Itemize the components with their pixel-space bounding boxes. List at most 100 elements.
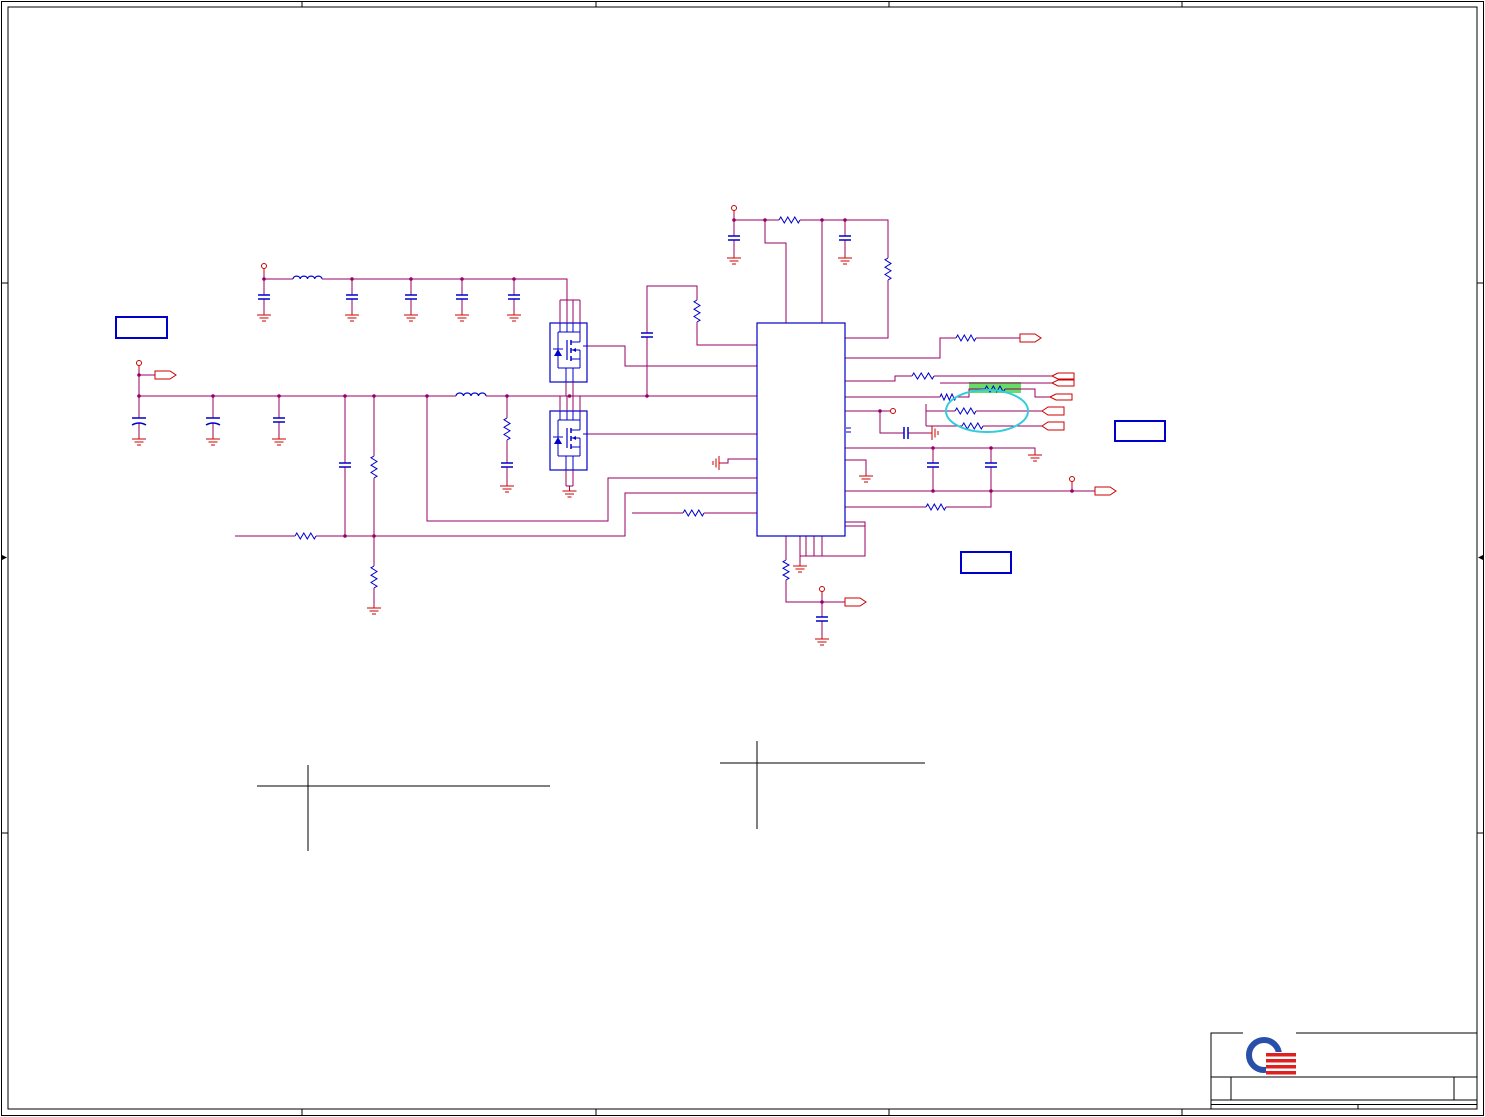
- inductor-icon: [455, 392, 487, 397]
- junction-dot: [137, 373, 141, 377]
- inductor-coil: [292, 275, 323, 280]
- inductor-coil: [455, 392, 487, 397]
- wire: [946, 491, 992, 508]
- wire: [316, 492, 757, 537]
- wire: [263, 273, 293, 280]
- capacitor-icon: [339, 462, 351, 468]
- resistor-body: [954, 407, 977, 416]
- ground-icon: [345, 312, 359, 322]
- capacitor-icon: [927, 462, 939, 468]
- junction-dot: [262, 277, 266, 281]
- net-label-box: [1114, 420, 1166, 442]
- wire: [587, 345, 757, 367]
- resistor-body: [884, 257, 892, 281]
- junction-dot: [350, 277, 354, 281]
- logo-stripe: [1266, 1059, 1296, 1063]
- resistor-body: [370, 455, 378, 479]
- junction-dot: [343, 394, 347, 398]
- resistor-body: [682, 509, 705, 518]
- title-block: [1210, 1029, 1478, 1110]
- junction-dot: [820, 600, 824, 604]
- resistor-body: [925, 502, 947, 512]
- resistor-icon: [781, 559, 791, 581]
- ground-icon: [257, 312, 271, 322]
- capacitor-icon: [405, 294, 417, 300]
- junction-dot: [409, 277, 413, 281]
- resistor-body: [955, 333, 977, 343]
- resistor-icon: [778, 216, 801, 225]
- power-rail-icon: [731, 205, 737, 215]
- capacitor-icon: [985, 462, 997, 468]
- ground-icon: [367, 605, 381, 615]
- resistor-icon: [884, 257, 892, 281]
- capacitor-icon: [346, 294, 358, 300]
- ground-icon: [132, 436, 146, 446]
- ground-icon: [712, 456, 722, 470]
- company-logo-icon: [1243, 1029, 1297, 1076]
- resistor-icon: [503, 417, 511, 441]
- annotations-layer: [115, 316, 1166, 851]
- resistor-icon: [955, 333, 977, 343]
- junction-dot: [989, 489, 993, 493]
- wire: [845, 447, 1036, 452]
- resistor-icon: [693, 299, 701, 323]
- junction-dot: [843, 218, 847, 222]
- junction-dot: [645, 394, 649, 398]
- inductor-icon: [292, 275, 323, 280]
- test-point-icon: [890, 408, 896, 414]
- wire: [733, 215, 779, 221]
- offpage-connector-icon: [1041, 406, 1065, 416]
- resistor-body: [778, 216, 801, 225]
- offpage-connector-icon: [1048, 393, 1073, 401]
- power-ground-layer: [132, 205, 1117, 646]
- wire: [800, 219, 889, 258]
- power-rail-ring: [819, 586, 825, 592]
- capacitor-icon: [816, 616, 828, 622]
- ground-icon: [562, 488, 577, 498]
- ground-icon: [793, 563, 807, 573]
- ground-icon: [455, 312, 469, 322]
- power-rail-icon: [819, 586, 825, 596]
- wire: [722, 458, 757, 464]
- net-label-box: [960, 551, 1012, 574]
- wire: [322, 278, 568, 300]
- offpage-connector-icon: [1019, 333, 1042, 343]
- resistor-icon: [925, 502, 947, 512]
- capacitor-icon: [501, 462, 513, 468]
- junction-dot: [989, 446, 993, 450]
- resistor-body: [294, 532, 317, 541]
- wire: [646, 285, 698, 333]
- resistor-body: [781, 559, 791, 581]
- resistor-icon: [370, 455, 378, 479]
- junction-dot: [763, 218, 767, 222]
- junction-dot: [277, 394, 281, 398]
- ground-icon: [815, 636, 829, 646]
- ground-icon: [859, 473, 873, 483]
- junction-dot: [137, 394, 141, 398]
- ground-icon: [727, 255, 741, 265]
- capacitor-icon: [839, 235, 851, 241]
- wire: [845, 337, 956, 359]
- capacitor-icon: [903, 427, 909, 439]
- power-rail-ring: [261, 263, 267, 269]
- schematic-diagram: [0, 0, 1485, 1117]
- capacitor-icon: [258, 294, 270, 300]
- offpage-connector-icon: [1050, 379, 1075, 387]
- net-label-box: [115, 316, 168, 339]
- controller-ic: [756, 322, 846, 537]
- resistor-icon: [911, 372, 935, 380]
- resistor-body: [370, 565, 378, 589]
- junction-dot: [931, 489, 935, 493]
- junction-dot: [343, 534, 347, 538]
- resistor-icon: [682, 509, 705, 518]
- junction-dot: [211, 394, 215, 398]
- junction-dot: [460, 277, 464, 281]
- body-diode-icon: [554, 349, 562, 356]
- logo-stripe: [1266, 1065, 1296, 1069]
- wires-layer: [138, 215, 1095, 636]
- channel-arrow: [572, 436, 576, 440]
- power-rail-ring: [1069, 476, 1075, 482]
- power-rail-ring: [136, 360, 142, 366]
- mosfet-icon: [549, 395, 588, 487]
- zone-center-marker: [2, 555, 7, 560]
